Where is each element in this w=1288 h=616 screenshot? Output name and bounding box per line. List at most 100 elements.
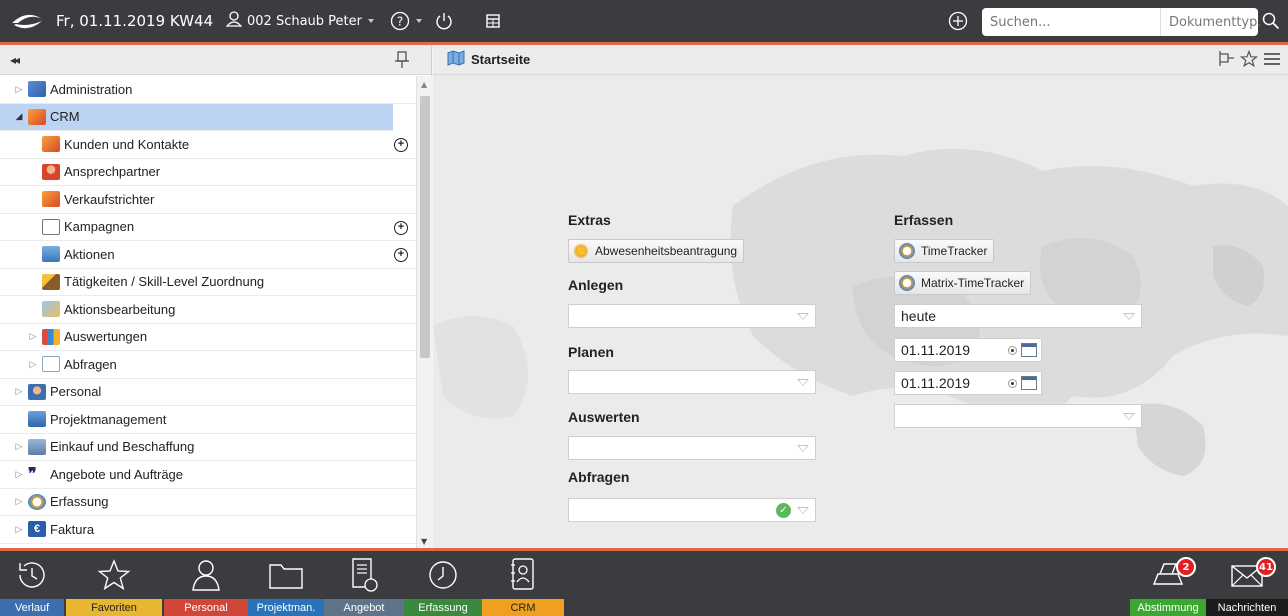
edit-icon — [42, 301, 60, 318]
current-date: Fr, 01.11.2019 KW44 — [56, 12, 214, 30]
user-menu[interactable]: 002 Schaub Peter — [225, 0, 380, 42]
tree-item-verkaufstrichter[interactable]: Verkaufstrichter — [0, 186, 416, 214]
tree-item-kampagnen[interactable]: Kampagnen + — [0, 214, 416, 241]
abstimmung-count-badge: 2 — [1176, 557, 1196, 577]
matrix-timetracker-button[interactable]: Matrix-TimeTracker — [894, 271, 1032, 295]
date-to-field[interactable]: 01.11.2019 — [894, 371, 1042, 395]
dock-erfassung[interactable]: Erfassung — [404, 551, 482, 616]
expand-icon[interactable]: ▷ — [14, 524, 24, 535]
pin-icon[interactable] — [394, 51, 410, 72]
dock-crm[interactable]: CRM — [482, 551, 564, 616]
expand-icon[interactable]: ▷ — [28, 359, 38, 370]
tree-item-personal[interactable]: ▷ Personal — [0, 379, 416, 406]
tree-item-label: Abfragen — [64, 356, 117, 372]
tree-item-taetigkeiten[interactable]: Tätigkeiten / Skill-Level Zuordnung — [0, 269, 416, 296]
expand-icon[interactable]: ▷ — [28, 331, 38, 342]
star-icon[interactable] — [1239, 49, 1259, 71]
page-title: Startseite — [471, 52, 531, 67]
app-logo-icon[interactable] — [10, 0, 46, 42]
crm-icon — [42, 136, 60, 153]
search-button[interactable] — [1262, 0, 1280, 42]
planen-label: Planen — [568, 344, 614, 360]
logout-button[interactable] — [434, 0, 454, 42]
layout-button[interactable] — [486, 0, 500, 42]
expand-icon[interactable]: ▷ — [14, 84, 24, 95]
add-button[interactable] — [948, 0, 968, 42]
tree-item-abfragen[interactable]: ▷ Abfragen — [0, 351, 416, 379]
dropdown-arrow-icon — [1123, 313, 1135, 320]
expand-icon[interactable]: ▷ — [14, 441, 24, 452]
check-circle-icon: ✓ — [776, 503, 791, 518]
anlegen-select[interactable] — [568, 304, 816, 328]
tree-scrollbar[interactable]: ▲ ▼ — [416, 76, 432, 548]
tree-item-projektmanagement[interactable]: Projektmanagement — [0, 406, 416, 434]
scroll-thumb[interactable] — [420, 96, 430, 358]
menu-icon[interactable] — [1262, 50, 1282, 71]
collapse-icon[interactable]: ◢ — [14, 111, 24, 122]
erfassen-select[interactable] — [894, 404, 1142, 428]
document-icon — [324, 551, 404, 599]
scroll-up-icon[interactable]: ▲ — [421, 80, 427, 89]
tree-item-aktionsbearbeitung[interactable]: Aktionsbearbeitung — [0, 296, 416, 324]
tree-item-label: Tätigkeiten / Skill-Level Zuordnung — [64, 274, 265, 290]
dock-personal[interactable]: Personal — [164, 551, 248, 616]
clock-icon — [28, 493, 46, 510]
scroll-down-icon[interactable]: ▼ — [421, 537, 427, 546]
tree-item-faktura[interactable]: ▷ € Faktura — [0, 516, 416, 544]
dock-verlauf[interactable]: Verlauf — [0, 551, 64, 616]
help-button[interactable]: ? — [390, 0, 428, 42]
collapse-panel-icon[interactable]: ◂◂ — [10, 53, 20, 67]
abwesenheit-button[interactable]: Abwesenheitsbeantragung — [568, 239, 745, 263]
main-content: Startseite Extras Abwesenheitsbeantragun… — [433, 45, 1288, 548]
calendar-icon[interactable] — [1021, 343, 1037, 357]
tree-item-administration[interactable]: ▷ Administration — [0, 76, 416, 104]
dock-label: CRM — [482, 599, 564, 616]
tree-item-aktionen[interactable]: Aktionen + — [0, 241, 416, 269]
radio-dot-icon[interactable] — [1008, 378, 1017, 388]
period-select[interactable]: heute — [894, 304, 1142, 328]
auswerten-select[interactable] — [568, 436, 816, 460]
help-icon: ? — [390, 11, 410, 31]
expand-icon[interactable]: ▷ — [14, 469, 24, 480]
tree-item-kunden-und-kontakte[interactable]: Kunden und Kontakte + — [0, 131, 416, 159]
wrench-icon — [28, 81, 46, 98]
search-input[interactable] — [982, 8, 1160, 36]
planen-select[interactable] — [568, 370, 816, 394]
expand-icon[interactable]: ▷ — [14, 386, 24, 397]
calendar-icon[interactable] — [1021, 376, 1037, 390]
tree-item-crm[interactable]: ◢ CRM — [0, 103, 393, 131]
add-icon[interactable]: + — [394, 248, 408, 262]
tree-item-auswertungen[interactable]: ▷ Auswertungen — [0, 324, 416, 351]
add-icon[interactable]: + — [394, 138, 408, 152]
dock-favoriten[interactable]: Favoriten — [64, 551, 164, 616]
tree-item-erfassung[interactable]: ▷ Erfassung — [0, 489, 416, 516]
dock-projektman[interactable]: Projektman. — [248, 551, 324, 616]
add-icon[interactable]: + — [394, 220, 408, 235]
crm-icon — [28, 108, 46, 125]
dock-label: Verlauf — [0, 599, 64, 616]
date-from-field[interactable]: 01.11.2019 — [894, 338, 1042, 362]
cart-icon — [28, 438, 46, 455]
plus-circle-icon — [948, 11, 968, 31]
tree-item-ansprechpartner[interactable]: Ansprechpartner — [0, 159, 416, 186]
dock-abstimmung[interactable]: 2 Abstimmung — [1130, 551, 1206, 616]
timetracker-button[interactable]: TimeTracker — [894, 239, 995, 263]
erfassen-label: Erfassen — [894, 212, 954, 228]
radio-dot-icon[interactable] — [1008, 345, 1017, 355]
bottom-dock: Verlauf Favoriten Personal Projektman. A… — [0, 551, 1288, 616]
sun-icon — [573, 243, 589, 259]
project-icon — [28, 411, 46, 428]
tree-item-einkauf[interactable]: ▷ Einkauf und Beschaffung — [0, 434, 416, 461]
actions-icon — [42, 246, 60, 263]
extras-label: Extras — [568, 212, 611, 228]
navigation-panel: ◂◂ ▷ Administration ◢ CRM Kunden und Kon… — [0, 45, 432, 548]
dock-nachrichten[interactable]: 41 Nachrichten — [1206, 551, 1288, 616]
dock-angebot[interactable]: Angebot — [324, 551, 404, 616]
personal-icon — [28, 383, 46, 400]
tree-item-label: Verkaufstrichter — [64, 191, 155, 207]
expand-icon[interactable]: ▷ — [14, 496, 24, 507]
tree-item-angebote[interactable]: ▷ ❞ Angebote und Aufträge — [0, 461, 416, 489]
document-type-select[interactable]: Dokumenttyp. — [1160, 8, 1262, 36]
abfragen-select[interactable]: ✓ — [568, 498, 816, 522]
pin-icon[interactable] — [1216, 50, 1236, 71]
